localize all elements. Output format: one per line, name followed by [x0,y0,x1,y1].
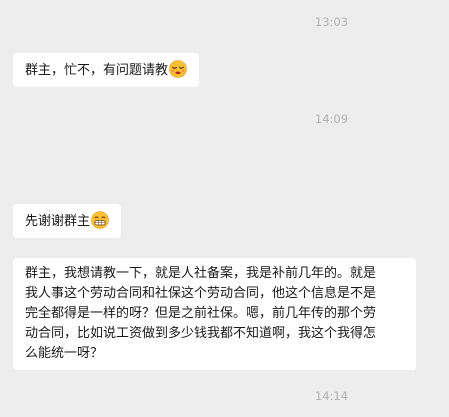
message-text-line: 动合同，比如说工资做到多少钱我都不知道啊，我这个我得怎 [25,326,377,341]
grinning-face-emoji-icon [91,211,109,229]
timestamp: 13:03 [314,15,349,29]
message-text-line: 完全都得是一样的呀？但是之前社保。嗯，前几年传的那个劳 [25,306,377,321]
message-text-line: 群主，我想请教一下，就是人社备案，我是补前几年的。就是 [25,266,377,281]
message-bubble[interactable]: 先谢谢群主 [13,204,122,238]
message-text: 群主，忙不，有问题请教 [25,63,169,78]
message-text-line: 我人事这个劳动合同和社保这个劳动合同，他这个信息是不是 [25,286,377,301]
message-bubble[interactable]: 群主，忙不，有问题请教 [13,53,200,87]
message-text: 先谢谢群主 [25,214,91,229]
message-bubble[interactable]: 群主，我想请教一下，就是人社备案，我是补前几年的。就是 我人事这个劳动合同和社保… [13,258,416,370]
sleepy-face-emoji-icon [169,60,187,78]
timestamp: 14:09 [314,112,349,126]
timestamp: 14:14 [314,389,349,403]
message-text-line: 么能统一呀？ [25,346,104,361]
